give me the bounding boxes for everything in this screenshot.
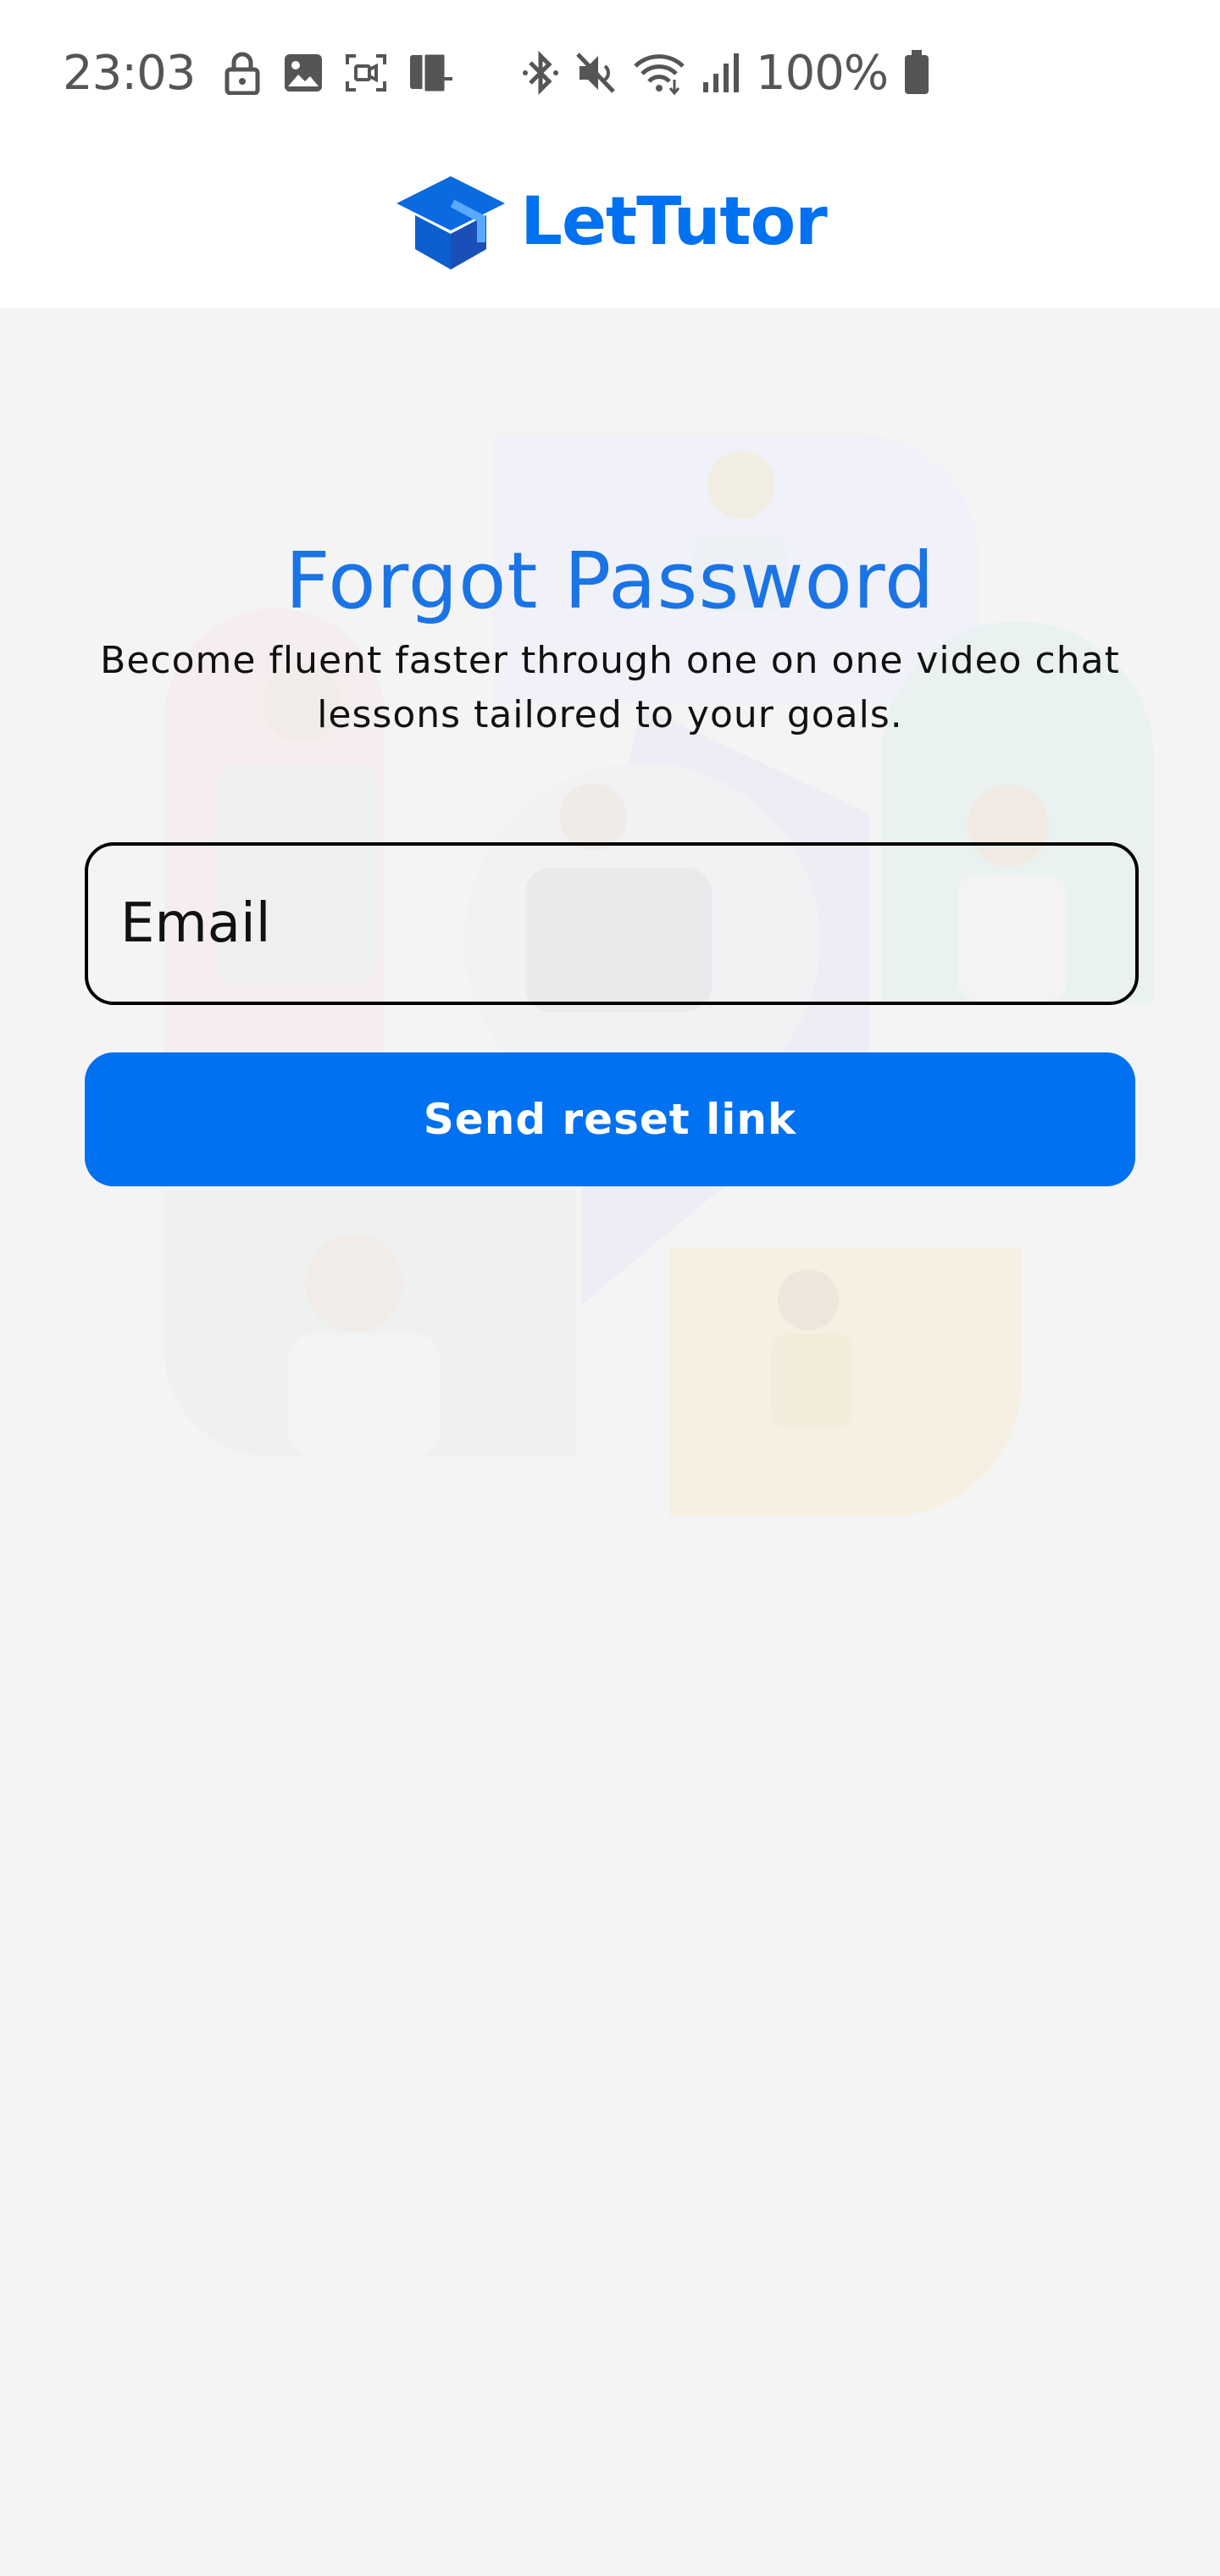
page-subtitle: Become fluent faster through one on one … <box>100 639 1120 736</box>
brand-name: LetTutor <box>520 184 827 260</box>
status-bar: 23:03 100% <box>0 0 1220 146</box>
page-title: Forgot Password <box>285 535 935 626</box>
device-icon <box>408 52 454 94</box>
screen-record-icon <box>346 54 387 92</box>
app-header: LetTutor <box>0 146 1220 308</box>
status-bar-right: 100% <box>522 39 930 107</box>
battery-icon <box>903 50 930 96</box>
mute-icon <box>574 51 617 95</box>
graduation-cap-icon <box>393 171 508 273</box>
battery-percent: 100% <box>756 45 889 101</box>
wifi-icon <box>632 51 686 95</box>
email-input[interactable] <box>88 846 1135 1002</box>
lock-icon <box>224 51 261 95</box>
status-time: 23:03 <box>63 45 196 101</box>
send-reset-link-button[interactable]: Send reset link <box>85 1052 1135 1186</box>
signal-icon <box>702 52 740 94</box>
image-icon <box>283 53 324 93</box>
bluetooth-icon <box>522 51 559 95</box>
email-field[interactable] <box>85 842 1139 1005</box>
status-bar-left: 23:03 <box>63 39 454 107</box>
brand-logo[interactable]: LetTutor <box>393 171 828 273</box>
